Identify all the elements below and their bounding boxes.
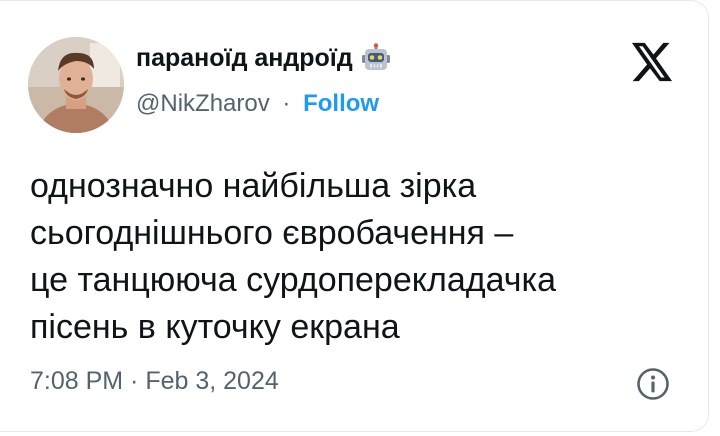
avatar[interactable] [28,37,124,133]
avatar-photo [28,37,124,133]
x-logo-icon[interactable] [630,41,674,83]
follow-button[interactable]: Follow [303,90,379,117]
author-handle[interactable]: @NikZharov [136,90,270,117]
info-icon[interactable] [636,367,670,401]
handle-separator: · [282,90,291,117]
tweet-card: параноїд андроїд @NikZharov · Follow одн… [0,0,709,432]
author-name-row: параноїд андроїд [136,43,391,73]
robot-face-icon [361,43,391,73]
author-display-name[interactable]: параноїд андроїд [136,44,353,73]
tweet-text-line: однозначно найбільша зірка [30,167,477,205]
tweet-text-line: сьогоднішнього євробачення – [30,214,514,252]
tweet-text-line: це танцююча сурдоперекладачка [30,261,557,299]
tweet-timestamp[interactable]: 7:08 PM · Feb 3, 2024 [30,367,279,396]
tweet-text-line: пісень в куточку екрана [30,308,400,346]
tweet-text: однозначно найбільша зірка сьогоднішньог… [30,163,690,351]
author-handle-row: @NikZharov · Follow [136,90,379,118]
